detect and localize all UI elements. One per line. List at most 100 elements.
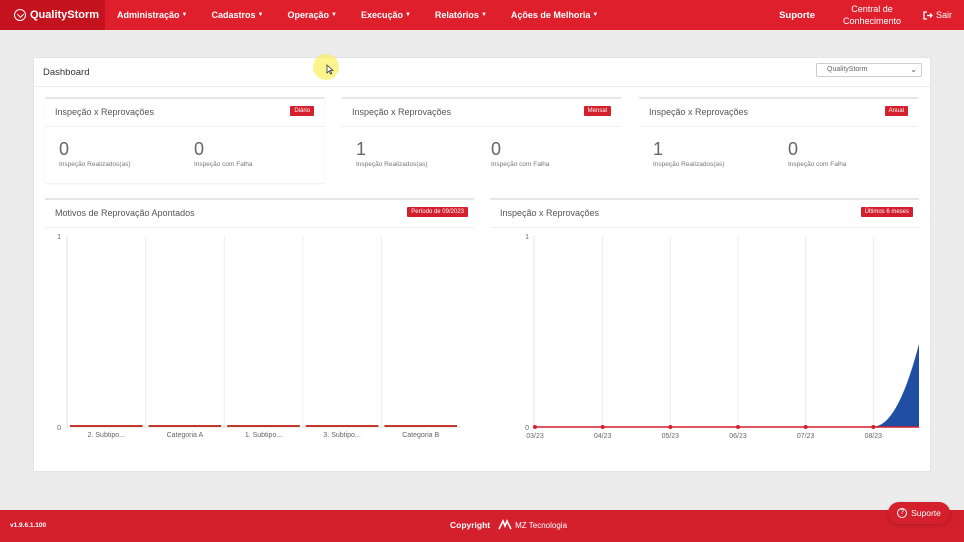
nav-suporte-link[interactable]: Suporte [779, 10, 815, 21]
reprovacoes-chart-card: Inspeção x Reprovações Últimos 6 meses 0… [490, 198, 919, 463]
motivos-chart-card: Motivos de Reprovação Apontados Período … [45, 198, 474, 463]
x-tick-label: 3. Subtipo... [323, 432, 360, 439]
nav-administracao[interactable]: Administração ▼ [117, 10, 187, 20]
summary-card-diario: Inspeção x Reprovações Diário 0 Inspeção… [45, 97, 324, 183]
x-tick-label: Categoria B [402, 432, 439, 439]
nav-label: Administração [117, 10, 180, 20]
nav-acoes-de-melhoria[interactable]: Ações de Melhoria ▼ [511, 10, 598, 20]
realizados-label: Inspeção Realizados(as) [59, 161, 131, 168]
y-tick-label: 1 [525, 234, 529, 241]
period-badge: Mensal [583, 106, 611, 116]
y-tick-label: 0 [525, 425, 529, 432]
data-point [871, 425, 876, 429]
realizados-value: 0 [59, 139, 70, 159]
realizados-value: 1 [653, 139, 664, 159]
x-tick-label: 03/23 [526, 433, 544, 440]
nav-label: Operação [287, 10, 329, 20]
central-line-1: Central de [851, 4, 893, 14]
caret-down-icon: ▼ [592, 12, 599, 18]
top-navbar: QualityStorm Administração ▼ Cadastros ▼ O… [0, 0, 964, 30]
company-select[interactable]: QualityStorm ⌄ [816, 63, 922, 77]
y-tick-label: 0 [57, 425, 61, 432]
x-tick-label: 04/23 [594, 433, 612, 440]
nav-label: Relatórios [434, 10, 479, 20]
card-title: Inspeção x Reprovações [500, 208, 600, 218]
company-name: MZ Tecnologia [515, 520, 568, 530]
data-point [668, 425, 673, 429]
support-chat-button[interactable]: ? Suporte [888, 502, 950, 524]
caret-down-icon: ▼ [480, 12, 487, 18]
bar [70, 425, 143, 427]
card-title: Inspeção x Reprovações [649, 107, 749, 117]
bar [148, 425, 222, 427]
card-divider [45, 126, 324, 127]
period-badge: Anual [884, 106, 908, 116]
nav-label: Cadastros [211, 10, 256, 20]
data-point [803, 425, 808, 429]
nav-execucao[interactable]: Execução ▼ [361, 10, 411, 20]
bar [305, 425, 379, 427]
data-point [736, 425, 740, 429]
period-badge: Período de 09/2023 [407, 207, 468, 217]
card-title: Inspeção x Reprovações [55, 107, 155, 117]
dashboard-panel: Dashboard QualityStorm ⌄ Inspeção x Repr… [33, 57, 931, 472]
logout-icon [923, 10, 933, 20]
card-divider [45, 227, 474, 228]
logout-label: Sair [935, 10, 952, 20]
summary-card-mensal: Inspeção x Reprovações Mensal 1 Inspeção… [342, 97, 621, 183]
nav-relatorios[interactable]: Relatórios ▼ [435, 10, 487, 20]
x-tick-label: 06/23 [729, 433, 747, 440]
data-point [600, 425, 605, 429]
x-tick-label: 07/23 [797, 433, 815, 440]
central-line-2: Conhecimento [842, 16, 901, 26]
falha-value: 0 [788, 139, 799, 159]
brand-logo[interactable]: QualityStorm [0, 0, 105, 30]
period-badge: Diário [290, 106, 314, 116]
caret-down-icon: ▼ [404, 12, 411, 18]
copyright: Copyright MZ Tecnologia [450, 519, 567, 531]
logout-button[interactable]: Sair [923, 10, 952, 20]
caret-down-icon: ▼ [257, 12, 264, 18]
area-series [535, 343, 919, 428]
caret-down-icon: ▼ [181, 12, 188, 18]
falha-label: Inspeção com Falha [788, 161, 847, 168]
motivos-bar-chart: 0 1 2. Subtipo... Categoria A 1. Subtipo... 3… [57, 234, 460, 439]
nav-right-group: Suporte Central de Conhecimento Sair [779, 0, 964, 30]
support-button-label: Suporte [911, 508, 941, 518]
card-title: Motivos de Reprovação Apontados [55, 208, 195, 218]
mz-logo-icon [498, 519, 512, 530]
realizados-label: Inspeção Realizados(as) [356, 161, 428, 168]
company-logo[interactable]: MZ Tecnologia [498, 519, 567, 531]
x-tick-label: 05/23 [662, 433, 680, 440]
nav-operacao[interactable]: Operação ▼ [287, 10, 336, 20]
y-tick-label: 1 [57, 234, 61, 241]
falha-label: Inspeção com Falha [491, 161, 550, 168]
copyright-label: Copyright [450, 520, 491, 530]
nav-label: Ações de Melhoria [510, 10, 591, 20]
summary-card-anual: Inspeção x Reprovações Anual 1 Inspeção … [639, 97, 918, 183]
help-icon: ? [897, 508, 908, 518]
realizados-value: 1 [356, 139, 367, 159]
bar [227, 425, 300, 427]
page-title: Dashboard [43, 67, 90, 78]
nav-central-conhecimento-link[interactable]: Central de Conhecimento [837, 3, 907, 27]
falha-value: 0 [491, 139, 502, 159]
app-version: v1.9.6.1.100 [10, 522, 47, 529]
card-divider [490, 227, 919, 228]
footer: v1.9.6.1.100 Copyright MZ Tecnologia [0, 510, 964, 542]
x-tick-label: 1. Subtipo... [245, 432, 282, 439]
falha-value: 0 [194, 139, 205, 159]
reprovacoes-area-chart: 0103/2304/2305/2306/2307/2308/2309/23 [525, 234, 919, 440]
logo-icon [14, 9, 26, 21]
x-tick-label: 08/23 [865, 433, 883, 440]
period-badge: Últimos 6 meses [860, 207, 913, 217]
caret-down-icon: ▼ [330, 12, 337, 18]
x-tick-label: Categoria A [167, 432, 204, 439]
panel-divider [34, 86, 930, 87]
data-point [533, 425, 537, 429]
nav-cadastros[interactable]: Cadastros ▼ [211, 10, 263, 20]
company-select-value: QualityStorm [827, 66, 868, 73]
realizados-label: Inspeção Realizados(as) [653, 161, 725, 168]
card-title: Inspeção x Reprovações [352, 107, 452, 117]
mouse-cursor-icon [326, 64, 334, 75]
